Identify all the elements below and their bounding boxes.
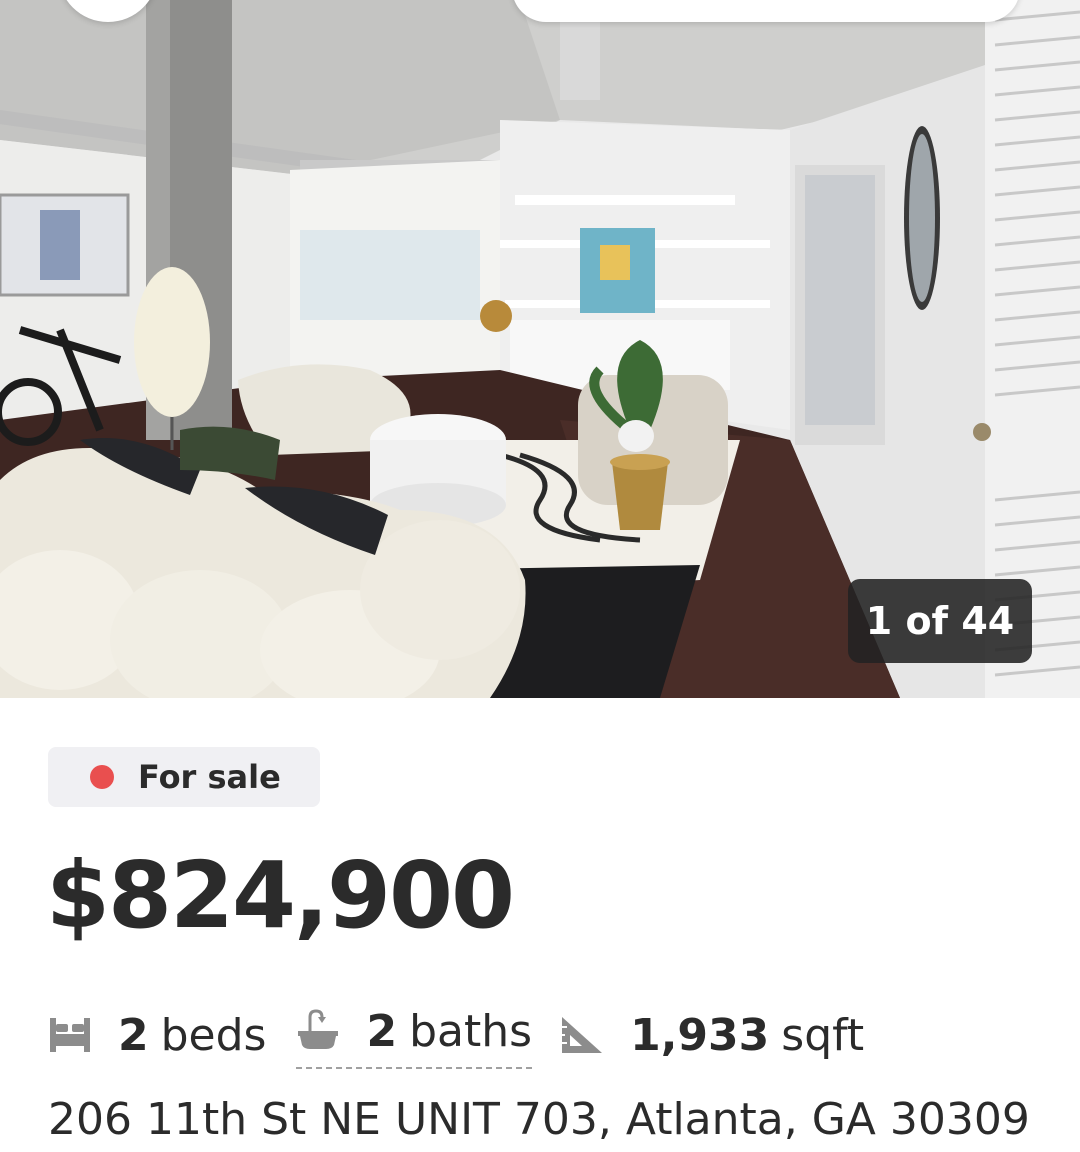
- ruler-triangle-icon: [560, 1015, 604, 1055]
- listing-price: $824,900: [46, 842, 515, 949]
- beds-value: 2: [118, 1009, 149, 1061]
- search-bar[interactable]: [512, 0, 1020, 22]
- photo-counter: 1 of 44: [848, 579, 1032, 663]
- sqft-unit: sqft: [781, 1009, 865, 1061]
- sqft-fact: 1,933 sqft: [560, 1002, 864, 1068]
- beds-fact: 2 beds: [48, 1002, 266, 1068]
- listing-photo[interactable]: 1 of 44: [0, 0, 1080, 698]
- listing-page: 1 of 44 For sale $824,900 2 beds 2 baths…: [0, 0, 1080, 1152]
- bathtub-icon: [296, 1009, 340, 1053]
- beds-unit: beds: [160, 1009, 267, 1061]
- status-dot-icon: [90, 765, 114, 789]
- listing-address: 206 11th St NE UNIT 703, Atlanta, GA 303…: [48, 1094, 1030, 1145]
- photo-counter-text: 1 of 44: [865, 599, 1015, 643]
- sqft-value: 1,933: [630, 1009, 770, 1061]
- baths-unit: baths: [409, 1005, 533, 1057]
- status-badge: For sale: [48, 747, 320, 807]
- property-facts: 2 beds 2 baths 1,933 sqft: [48, 1000, 1048, 1070]
- baths-value: 2: [366, 1005, 398, 1057]
- bed-icon: [48, 1016, 92, 1054]
- status-label: For sale: [138, 758, 281, 796]
- baths-fact[interactable]: 2 baths: [296, 1001, 533, 1069]
